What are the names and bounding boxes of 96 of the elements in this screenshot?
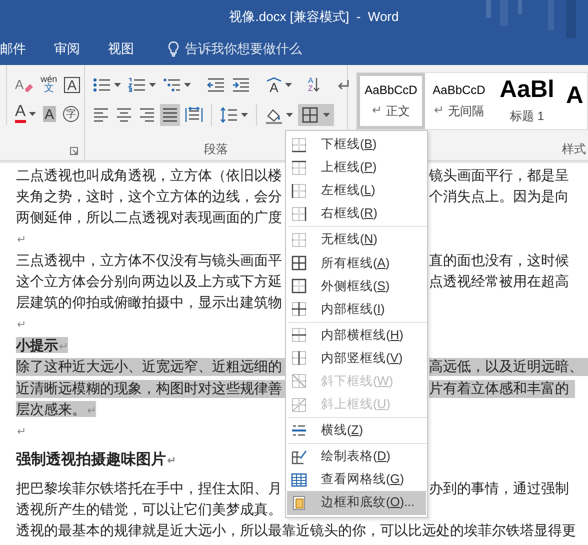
- style-item[interactable]: A: [561, 73, 586, 129]
- ribbon-tab[interactable]: 审阅: [54, 40, 80, 58]
- inside-horizontal-border-icon: [291, 327, 307, 344]
- caret-icon[interactable]: [184, 83, 191, 87]
- body-text: 二点透视也叫成角透视，立方体（依旧以楼: [16, 166, 282, 183]
- align-center-icon[interactable]: [116, 108, 132, 122]
- menu-item[interactable]: 左框线(L): [286, 179, 427, 202]
- paragraph-mark: ↵: [59, 341, 68, 354]
- group-label: 段落: [204, 140, 228, 158]
- body-text: 除了这种近大远小、近宽远窄、近粗远细的: [16, 358, 282, 374]
- paragraph-mark: ↵: [17, 318, 26, 332]
- window-title: 视像.docx [兼容模式] - Word: [229, 8, 399, 26]
- menu-item[interactable]: 无框线(N): [286, 228, 427, 252]
- pencil-table-icon: [291, 448, 307, 465]
- style-item[interactable]: AaBbCcD ↵ 正文: [357, 73, 425, 129]
- caret-icon[interactable]: [28, 112, 36, 116]
- menu-item[interactable]: 内部横框线(H): [286, 324, 427, 347]
- body-text: 三点透视中，立方体不仅没有与镜头画面平: [16, 252, 282, 268]
- caret-icon[interactable]: [241, 113, 248, 117]
- menu-item[interactable]: 绘制表格(D): [286, 445, 427, 468]
- menu-item[interactable]: 内部竖框线(V): [286, 346, 427, 370]
- outside-borders-icon: [291, 278, 307, 294]
- distributed-icon[interactable]: [185, 107, 203, 123]
- character-shading-icon[interactable]: A: [42, 106, 56, 122]
- tell-me-field[interactable]: 告诉我你想要做什么: [168, 40, 302, 58]
- body-text: 个消失点上。因为是向: [429, 188, 569, 206]
- style-item[interactable]: AaBbCcD ↵ 无间隔: [425, 73, 493, 129]
- bottom-border-icon: [291, 136, 307, 153]
- body-text: 近清晰远模糊的现象，构图时对这些规律善: [16, 380, 282, 396]
- numbered-list-icon[interactable]: [128, 77, 146, 93]
- increase-indent-icon[interactable]: [232, 77, 250, 93]
- group-label: 样式: [562, 140, 586, 158]
- menu-item[interactable]: 下框线(B): [286, 133, 427, 156]
- menu-item[interactable]: 上框线(P): [286, 156, 427, 180]
- left-border-icon: [291, 182, 307, 199]
- inside-vertical-border-icon: [291, 350, 307, 366]
- body-text: 两侧延伸，所以二点透视对表现画面的广度: [16, 209, 282, 226]
- no-border-icon: [291, 232, 307, 248]
- body-text: 这个立方体会分别向两边以及上方或下方延: [16, 273, 282, 290]
- page-border-icon: [291, 494, 307, 511]
- right-border-icon: [291, 206, 307, 222]
- diagonal-down-border-icon: [291, 373, 307, 390]
- body-text: 高远低，以及近明远暗、: [429, 358, 588, 376]
- caret-icon[interactable]: [285, 83, 292, 87]
- paragraph-mark: ↵: [17, 424, 26, 438]
- bullets-icon[interactable]: [93, 77, 111, 93]
- align-left-icon[interactable]: [93, 108, 109, 122]
- phonetic-guide-icon[interactable]: wén 文: [40, 75, 58, 94]
- justify-icon[interactable]: [162, 108, 178, 122]
- section-heading: 强制透视拍摄趣味图片: [16, 451, 166, 468]
- body-text: 层建筑的仰拍或俯瞰拍摄中，显示出建筑物: [16, 294, 282, 310]
- caret-icon[interactable]: [286, 113, 293, 117]
- line-spacing-icon[interactable]: [220, 107, 238, 123]
- menu-item[interactable]: 所有框线(A): [286, 251, 427, 275]
- enclose-characters-icon[interactable]: 字: [63, 106, 80, 122]
- paragraph-mark: ↵: [167, 455, 176, 468]
- inside-borders-icon: [291, 301, 307, 318]
- style-item[interactable]: AaBl 标题 1: [493, 73, 561, 129]
- dialog-launcher-icon[interactable]: [70, 147, 78, 155]
- decrease-indent-icon[interactable]: [207, 77, 225, 93]
- ribbon-tab[interactable]: 视图: [108, 40, 134, 58]
- lightbulb-icon: [168, 41, 179, 57]
- top-border-icon: [291, 160, 307, 176]
- multilevel-list-icon[interactable]: [163, 77, 181, 93]
- paragraph-mark: ↵: [87, 404, 96, 417]
- body-text: 片有着立体感和丰富的: [429, 380, 575, 398]
- caret-icon[interactable]: [323, 113, 330, 117]
- paint-bucket-icon[interactable]: [265, 106, 283, 124]
- caret-icon[interactable]: [149, 83, 156, 87]
- body-text: 直的面也没有，这时候: [429, 252, 569, 270]
- all-borders-icon: [291, 255, 307, 272]
- menu-item[interactable]: 边框和底纹(O)...: [287, 491, 426, 514]
- body-text: 镜头画面平行，都是呈: [429, 166, 569, 185]
- paragraph-mark: ↵: [17, 233, 26, 246]
- body-text: 点透视经常被用在超高: [429, 273, 569, 292]
- caret-icon[interactable]: [114, 83, 121, 87]
- body-text: 透视所产生的错觉，可以让它们美梦成真。: [16, 500, 282, 517]
- grid-icon: [291, 472, 307, 488]
- body-text: 办到的事情，通过强制: [429, 480, 569, 498]
- all-borders-icon: [302, 107, 318, 123]
- character-border-icon[interactable]: A: [64, 76, 80, 92]
- menu-item[interactable]: 内部框线(I): [286, 298, 427, 321]
- body-text: 透视的最基本的规律就是近大远小，所以最靠近镜头的你，可以比远处的埃菲尔铁塔显得更: [16, 522, 576, 538]
- align-right-icon[interactable]: [139, 108, 155, 122]
- diagonal-up-border-icon: [291, 396, 307, 413]
- menu-item[interactable]: 右框线(R): [286, 202, 427, 226]
- menu-item[interactable]: 查看网格线(G): [286, 468, 427, 492]
- menu-item[interactable]: 外侧框线(S): [286, 274, 427, 298]
- ribbon-tab[interactable]: 邮件: [0, 40, 26, 58]
- body-text: 把巴黎埃菲尔铁塔托在手中，捏住太阳、月: [16, 480, 282, 496]
- body-text: 夹角之势，这时，这个立方体的边线，会分: [16, 188, 282, 204]
- menu-item[interactable]: 横线(Z): [286, 419, 427, 442]
- paragraph-marks-icon[interactable]: [336, 78, 350, 92]
- body-text: 小提示: [16, 337, 58, 354]
- borders-button[interactable]: [298, 104, 334, 126]
- body-text: 层次感来。: [16, 400, 86, 417]
